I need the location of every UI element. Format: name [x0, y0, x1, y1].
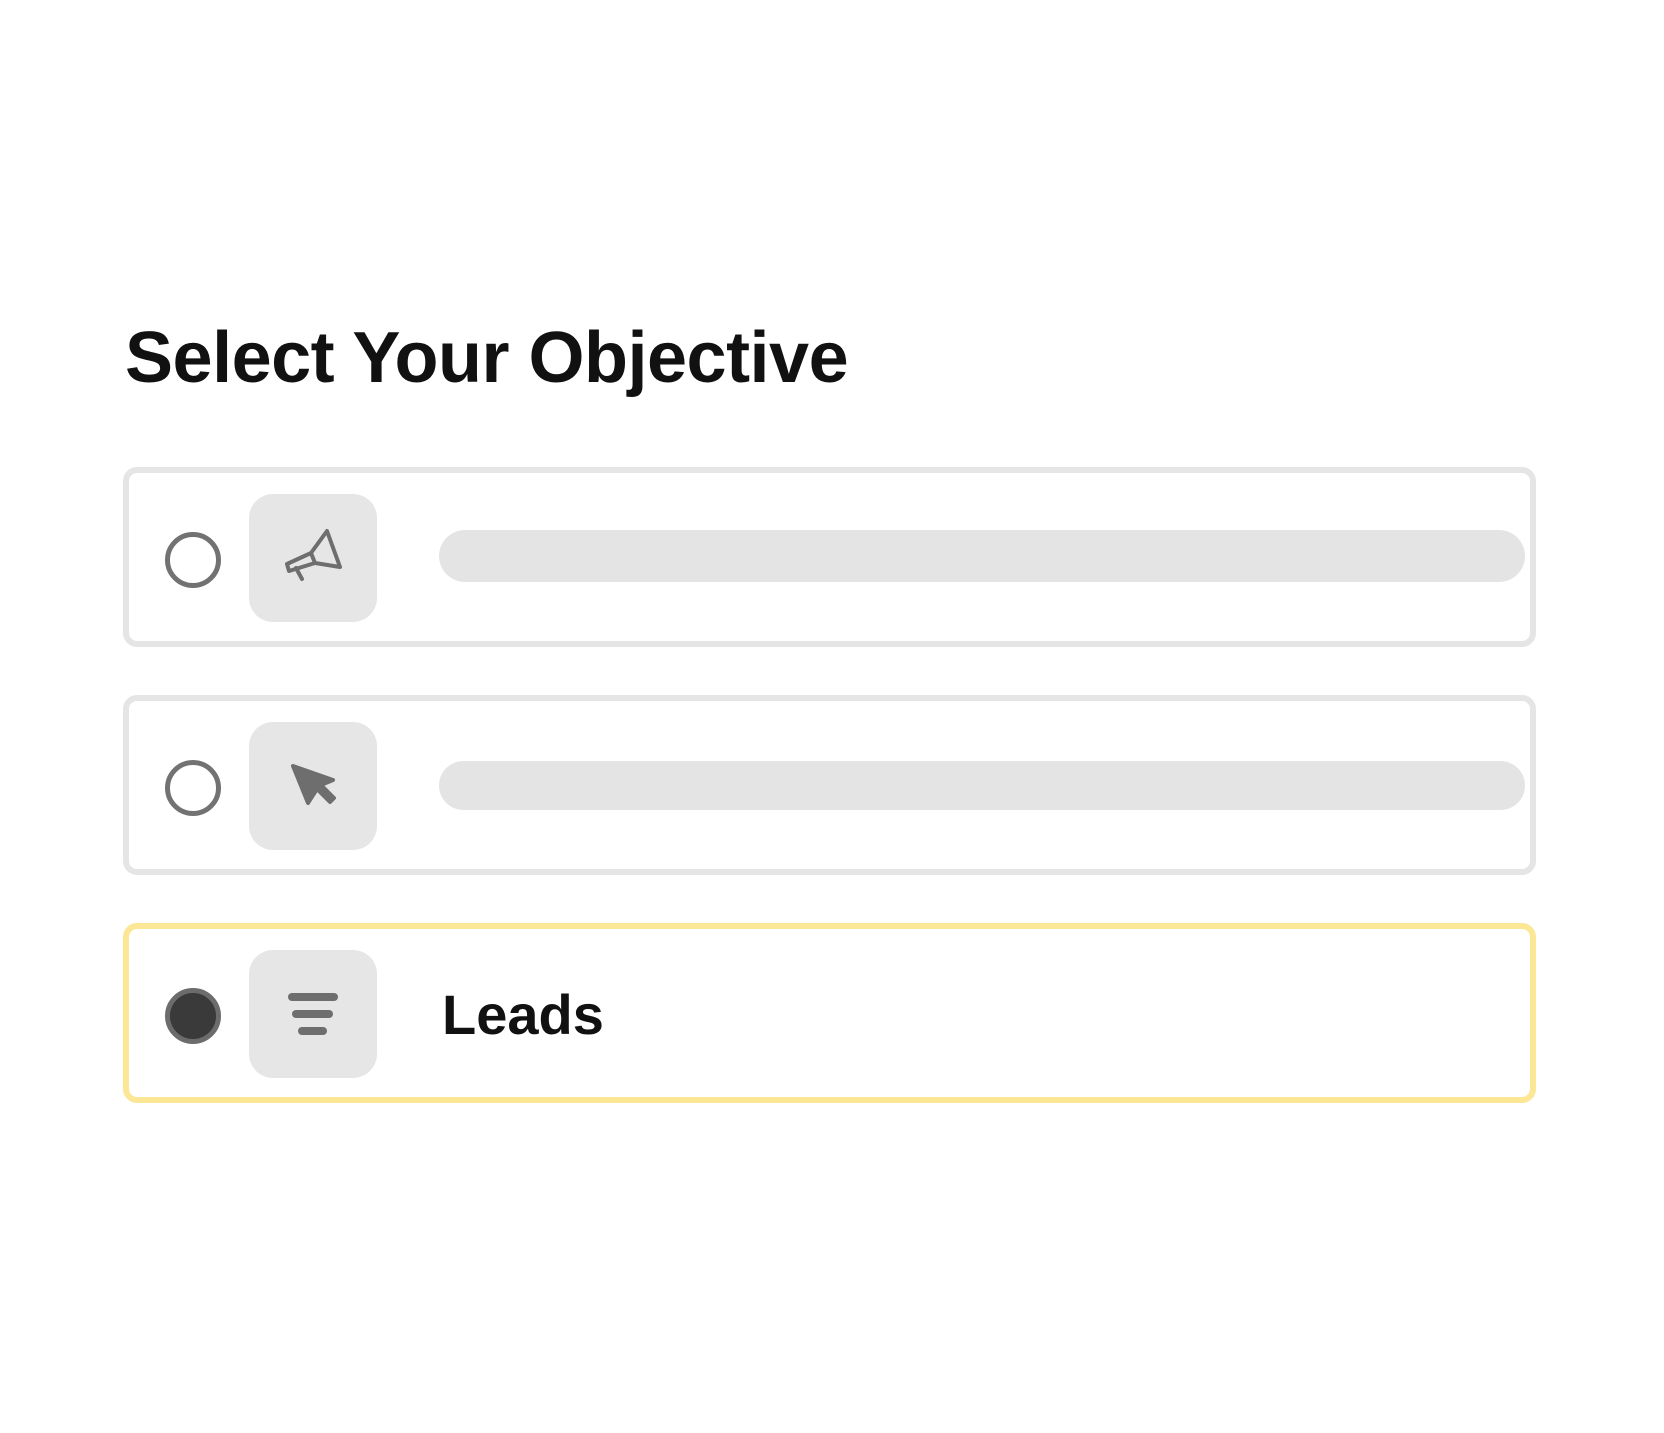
- funnel-filter-icon: [249, 950, 377, 1078]
- option-label-placeholder: [439, 761, 1525, 810]
- objective-option-awareness[interactable]: [123, 467, 1536, 647]
- radio-button[interactable]: [165, 532, 221, 588]
- cursor-icon: [249, 722, 377, 850]
- radio-button-checked[interactable]: [165, 988, 221, 1044]
- radio-button[interactable]: [165, 760, 221, 816]
- megaphone-icon: [249, 494, 377, 622]
- objective-option-traffic[interactable]: [123, 695, 1536, 875]
- objective-option-leads[interactable]: Leads: [123, 923, 1536, 1103]
- page-title: Select Your Objective: [125, 318, 849, 398]
- objective-options-list: Leads: [123, 467, 1536, 1151]
- option-label: Leads: [442, 983, 604, 1046]
- option-label-placeholder: [439, 530, 1525, 582]
